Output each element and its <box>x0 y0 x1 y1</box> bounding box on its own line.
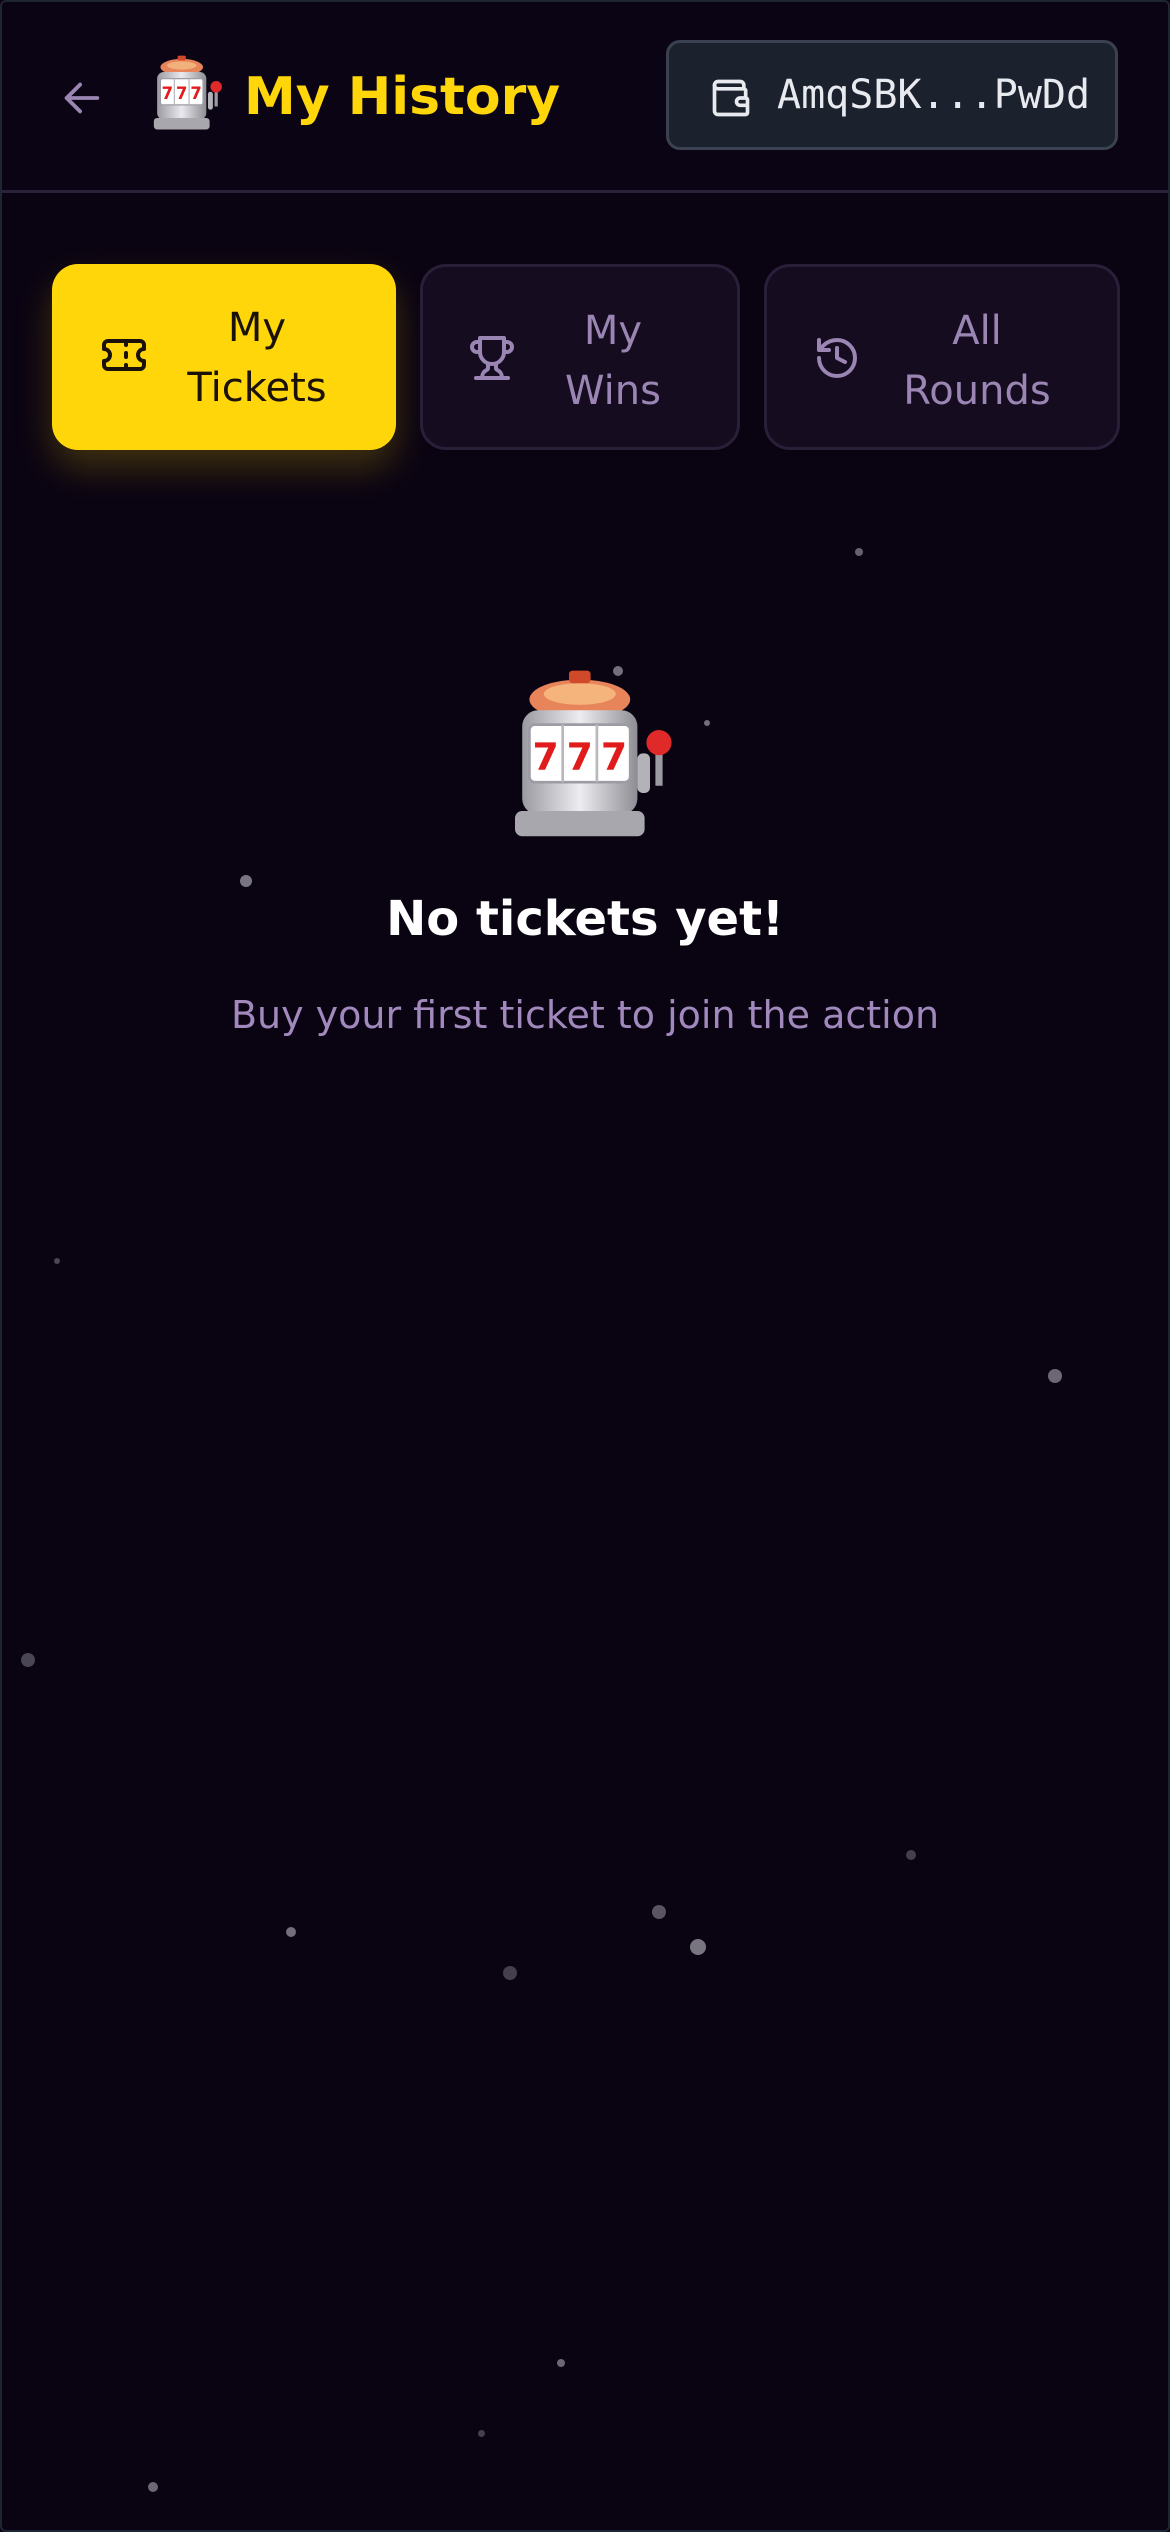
star-decoration <box>704 720 710 726</box>
top-bar: 7 7 7 My History AmqSBK...PwDd <box>2 2 1168 193</box>
svg-text:7: 7 <box>532 735 558 779</box>
empty-state-title: No tickets yet! <box>386 891 784 947</box>
tab-my-wins[interactable]: My Wins <box>420 264 740 450</box>
trophy-icon <box>470 336 514 380</box>
star-decoration <box>286 1927 296 1937</box>
star-decoration <box>690 1939 706 1955</box>
star-decoration <box>503 1966 517 1980</box>
wallet-button[interactable]: AmqSBK...PwDd <box>666 40 1118 150</box>
ticket-icon <box>102 339 146 371</box>
wallet-icon <box>712 79 750 117</box>
svg-text:7: 7 <box>567 735 593 779</box>
tab-label: All Rounds <box>903 308 1051 414</box>
star-decoration <box>855 548 863 556</box>
star-decoration <box>54 1258 60 1264</box>
star-decoration <box>478 2430 485 2437</box>
svg-text:7: 7 <box>162 84 173 103</box>
star-decoration <box>1048 1369 1062 1383</box>
slot-machine-icon: 7 7 7 <box>515 670 672 837</box>
wallet-address: AmqSBK...PwDd <box>777 72 1091 118</box>
tab-label: My Wins <box>565 308 661 414</box>
history-icon <box>817 338 857 378</box>
app-frame: 7 7 7 My History AmqSBK...PwDd My Ticket… <box>0 0 1170 2532</box>
star-decoration <box>21 1653 35 1667</box>
star-decoration <box>906 1850 916 1860</box>
star-decoration <box>148 2482 158 2492</box>
svg-text:7: 7 <box>190 84 201 103</box>
empty-state-subtitle: Buy your first ticket to join the action <box>230 993 940 1037</box>
tab-label: My Tickets <box>187 305 327 411</box>
arrow-left-icon <box>64 82 100 114</box>
tab-all-rounds[interactable]: All Rounds <box>764 264 1120 450</box>
svg-text:7: 7 <box>176 84 187 103</box>
star-decoration <box>652 1905 666 1919</box>
page-title: My History <box>244 67 561 127</box>
star-decoration <box>557 2359 565 2367</box>
tab-my-tickets[interactable]: My Tickets <box>52 264 396 450</box>
back-button[interactable] <box>52 68 112 128</box>
slot-machine-icon: 7 7 7 <box>153 55 222 130</box>
svg-text:7: 7 <box>601 735 627 779</box>
